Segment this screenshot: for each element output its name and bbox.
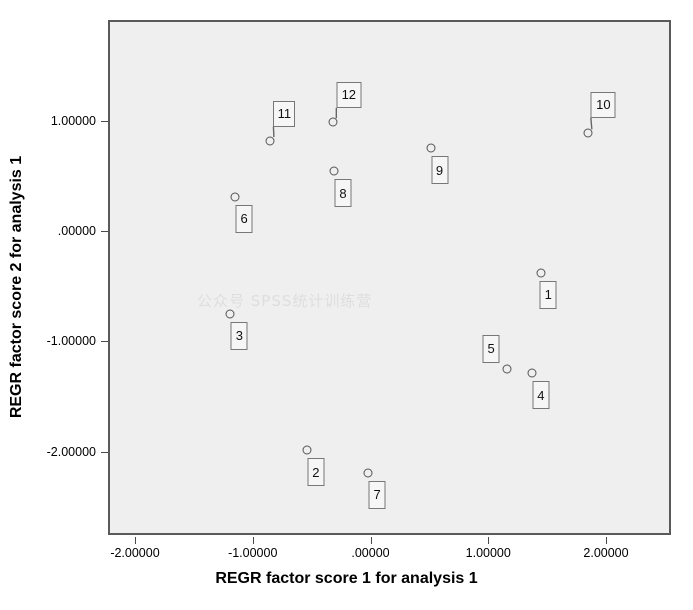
y-tick bbox=[101, 120, 108, 122]
data-point-label[interactable]: 7 bbox=[368, 480, 386, 509]
y-tick-label: 1.00000 bbox=[50, 113, 96, 128]
data-point-label[interactable]: 9 bbox=[431, 156, 449, 185]
watermark-text: 公众号 SPSS统计训练营 bbox=[197, 292, 373, 310]
data-point-marker[interactable] bbox=[527, 368, 537, 378]
x-tick-label: 2.00000 bbox=[583, 546, 629, 560]
y-tick bbox=[101, 231, 108, 232]
y-tick-label: -1.00000 bbox=[46, 334, 96, 349]
data-point-label[interactable]: 11 bbox=[273, 100, 296, 127]
x-axis-title: REGR factor score 1 for analysis 1 bbox=[215, 570, 478, 587]
data-point-marker[interactable] bbox=[536, 268, 546, 278]
x-tick bbox=[252, 537, 254, 544]
data-point-marker[interactable] bbox=[583, 128, 593, 138]
data-point-marker[interactable] bbox=[225, 309, 235, 319]
x-tick bbox=[370, 537, 372, 544]
data-point-label[interactable]: 5 bbox=[482, 334, 500, 363]
y-tick-label: -2.00000 bbox=[46, 444, 96, 459]
data-point-label[interactable]: 10 bbox=[590, 91, 616, 118]
data-point-label[interactable]: 2 bbox=[307, 458, 325, 487]
x-tick bbox=[606, 537, 607, 544]
data-point-marker[interactable] bbox=[426, 143, 436, 153]
x-tick-label: .00000 bbox=[351, 546, 390, 560]
data-point-marker[interactable] bbox=[363, 468, 373, 478]
data-point-marker[interactable] bbox=[329, 166, 339, 176]
y-tick-label: .00000 bbox=[57, 224, 96, 238]
y-axis-title: REGR factor score 2 for analysis 1 bbox=[8, 155, 25, 419]
data-point-marker[interactable] bbox=[302, 445, 312, 455]
data-point-label[interactable]: 1 bbox=[539, 280, 557, 309]
data-point-marker[interactable] bbox=[230, 192, 240, 202]
data-point-marker[interactable] bbox=[328, 117, 338, 127]
y-tick bbox=[101, 341, 108, 343]
data-point-label[interactable]: 6 bbox=[235, 204, 253, 233]
data-point-label[interactable]: 4 bbox=[532, 381, 550, 410]
x-tick bbox=[135, 537, 136, 544]
x-tick-label: 1.00000 bbox=[465, 546, 511, 560]
data-point-marker[interactable] bbox=[265, 136, 275, 146]
data-point-marker[interactable] bbox=[502, 364, 512, 374]
data-point-label[interactable]: 12 bbox=[336, 81, 362, 108]
plot-area: 公众号 SPSS统计训练营 bbox=[108, 20, 671, 535]
data-point-label[interactable]: 8 bbox=[334, 179, 352, 208]
x-tick bbox=[488, 537, 490, 544]
data-point-label[interactable]: 3 bbox=[230, 321, 248, 350]
y-tick bbox=[101, 451, 108, 453]
x-tick-label: -2.00000 bbox=[110, 546, 160, 560]
x-tick-label: -1.00000 bbox=[228, 546, 278, 560]
scatter-chart: 公众号 SPSS统计训练营 1 2 3 4 5 6 7 8 9 10 11 12 -2.00000 -1… bbox=[0, 0, 693, 610]
